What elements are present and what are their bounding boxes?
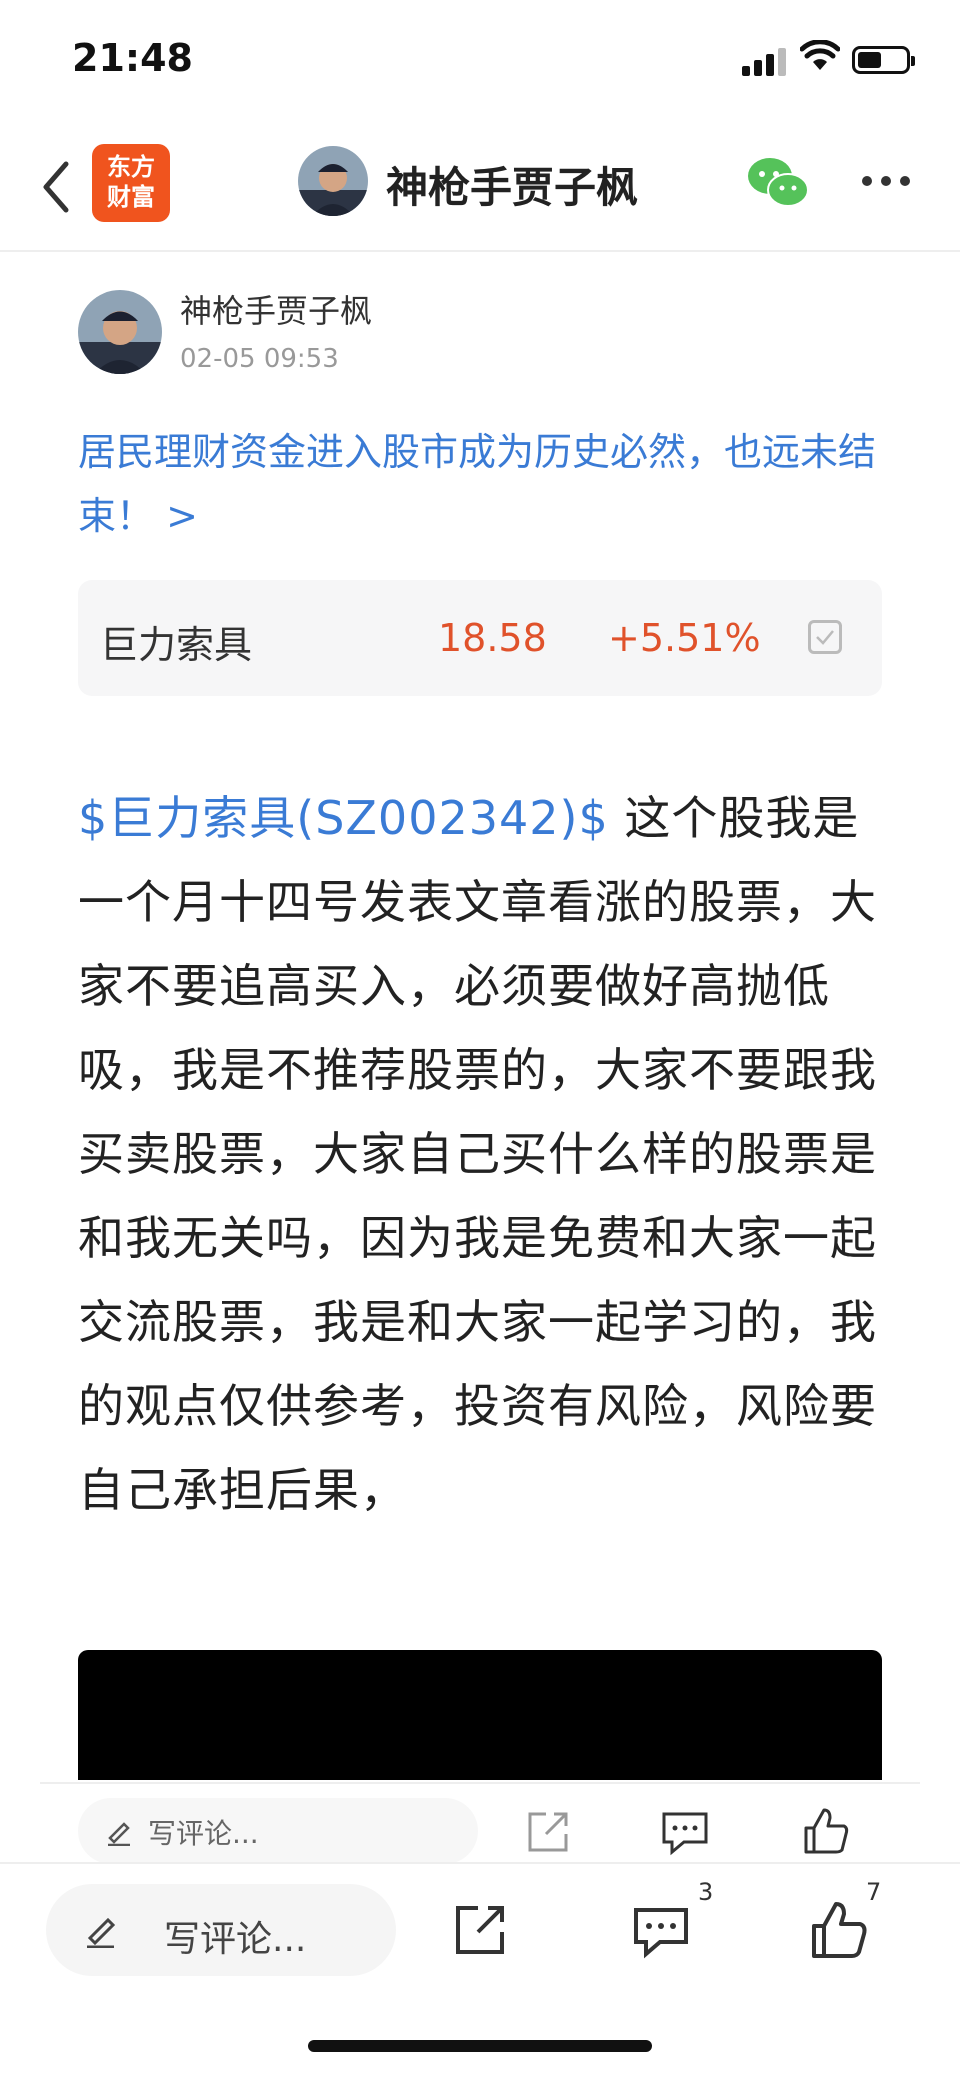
stock-card[interactable]: 巨力索具 18.58 +5.51% [78,580,882,696]
home-indicator[interactable] [308,2040,652,2052]
stock-price: 18.58 [438,616,547,660]
watchlist-checkbox-icon[interactable] [808,620,842,654]
comment-input[interactable]: 写评论... [46,1884,396,1976]
battery-level [858,52,881,68]
author-name[interactable]: 神枪手贾子枫 [180,286,372,332]
eastmoney-logo[interactable]: 东方 财富 [92,144,170,222]
author-avatar[interactable] [78,290,162,374]
cellular-signal-icon [742,46,788,76]
post-body-text: 这个股我是一个月十四号发表文章看涨的股票，大家不要追高买入，必须要做好高抛低吸，… [78,791,877,1517]
post-body: $巨力索具(SZ002342)$ 这个股我是一个月十四号发表文章看涨的股票，大家… [78,776,888,1532]
logo-line-2: 财富 [107,183,155,211]
article-link[interactable]: 居民理财资金进入股市成为历史必然，也远未结束！ > [78,420,888,548]
comment-placeholder: 写评论... [164,1919,307,1960]
post-timestamp: 02-05 09:53 [180,344,339,374]
back-chevron-icon[interactable] [36,152,76,222]
nav-bar: 东方 财富 神枪手贾子枫 [0,130,960,252]
inner-comment-input[interactable]: 写评论... [78,1798,478,1864]
like-count: 7 [866,1878,882,1906]
like-icon[interactable] [802,1806,852,1856]
stock-name: 巨力索具 [100,623,253,667]
stock-change: +5.51% [608,616,761,660]
battery-icon [852,46,915,74]
logo-line-1: 东方 [107,153,155,181]
like-icon[interactable] [810,1900,870,1960]
share-icon[interactable] [524,1808,572,1856]
status-time: 21:48 [72,36,193,80]
pencil-icon [108,1822,130,1846]
comment-count: 3 [698,1878,714,1906]
wifi-icon [800,40,840,70]
wechat-icon[interactable] [746,154,810,214]
page-title: 神枪手贾子枫 [386,163,639,212]
bottom-action-bar: 写评论... 3 7 [0,1862,960,2004]
more-icon[interactable] [858,160,914,200]
pencil-icon [87,1917,116,1948]
comment-icon[interactable] [632,1904,690,1960]
status-bar: 21:48 [0,0,960,120]
comment-icon[interactable] [660,1808,710,1856]
share-icon[interactable] [452,1902,508,1958]
inner-comment-placeholder: 写评论... [148,1817,259,1850]
stock-tag-link[interactable]: $巨力索具(SZ002342)$ [78,791,609,845]
inner-action-bar: 写评论... [40,1782,920,1864]
avatar[interactable] [298,146,368,216]
post-image[interactable] [78,1650,882,1780]
